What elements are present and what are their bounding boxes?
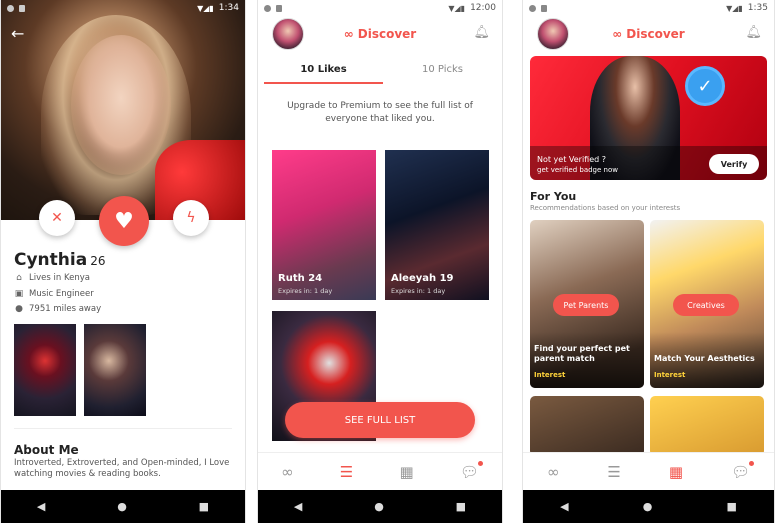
recommendation-title: Match Your Aesthetics [654,354,755,363]
list-icon[interactable]: ☰ [340,463,353,481]
home-icon: ⌂ [16,273,22,283]
verify-button[interactable]: Verify [709,154,759,174]
boost-button[interactable]: ϟ [173,200,209,236]
link-icon: ∞ [612,27,623,41]
status-time: 1:35 [747,3,768,13]
recommendation-card[interactable] [530,396,644,456]
system-nav-bar: ◀ ● ■ [258,490,502,523]
banner-subtitle: get verified badge now [537,166,618,174]
distance-text: 7951 miles away [29,304,102,314]
recommendation-card[interactable] [650,396,764,456]
profile-photo [1,0,245,220]
like-card-name: Aleeyah 19 [391,273,454,284]
briefcase-icon: ▣ [14,289,24,299]
link-icon[interactable]: ∞ [281,463,294,481]
nav-back-icon[interactable]: ◀ [37,500,45,513]
tab-picks[interactable]: 10 Picks [383,56,502,84]
discover-screen: ▼◢▮ 1:35 ∞ Discover 🔔︎ ✓ Not yet Verified … [522,0,775,523]
profile-screen: ▼◢▮ 1:34 ← ✕ ♥ ϟ Cynthia 26 ⌂ Lives in Keny… [0,0,246,523]
for-you-subtitle: Recommendations based on your interests [530,204,681,212]
link-icon[interactable]: ∞ [547,463,560,481]
job-row: ▣ Music Engineer [14,289,94,299]
grid-search-icon[interactable]: ▦ [669,463,683,481]
bottom-nav: ∞ ☰ ▦ 💬︎ [258,452,502,490]
nav-recents-icon[interactable]: ■ [727,500,737,513]
list-icon[interactable]: ☰ [607,463,620,481]
profile-name: Cynthia 26 [14,250,106,270]
likes-tabs: 10 Likes 10 Picks [264,56,502,84]
bell-icon[interactable]: 🔔︎ [473,25,490,40]
recommendation-title: Find your perfect pet parent match [534,344,630,363]
interest-tag: Interest [654,371,686,379]
status-bar: ▼◢▮ 1:35 [523,0,774,16]
verified-badge-icon: ✓ [685,66,725,106]
nav-recents-icon[interactable]: ■ [456,500,466,513]
tab-likes[interactable]: 10 Likes [264,56,383,84]
like-card[interactable]: Aleeyah 19 Expires in: 1 day [385,150,489,300]
brand-title: ∞ Discover [612,27,685,41]
like-card[interactable]: Ruth 24 Expires in: 1 day [272,150,376,300]
app-header: ∞ Discover 🔔︎ [523,16,774,52]
location-row: ⌂ Lives in Kenya [14,273,90,283]
back-arrow-icon[interactable]: ← [11,24,24,43]
upgrade-text: Upgrade to Premium to see the full list … [287,101,473,124]
profile-age: 26 [90,254,106,268]
like-button[interactable]: ♥ [99,196,149,246]
like-card-name: Ruth 24 [278,273,323,284]
about-text: Introverted, Extroverted, and Open-minde… [14,458,230,479]
link-icon: ∞ [343,27,354,41]
divider [14,428,232,429]
nav-home-icon[interactable]: ● [117,500,127,513]
nav-home-icon[interactable]: ● [643,500,653,513]
location-text: Lives in Kenya [29,273,90,283]
nav-home-icon[interactable]: ● [374,500,384,513]
nav-back-icon[interactable]: ◀ [560,500,568,513]
banner-title: Not yet Verified ? [537,155,607,164]
avatar[interactable] [537,18,569,50]
status-time: 1:34 [218,3,239,13]
category-pill[interactable]: Pet Parents [553,294,619,316]
gallery-photo[interactable] [14,324,76,416]
bell-icon[interactable]: 🔔︎ [745,25,762,40]
system-nav-bar: ◀ ● ■ [1,490,245,523]
chat-icon[interactable]: 💬︎ [460,460,483,481]
close-icon: ✕ [51,210,63,226]
job-text: Music Engineer [29,289,94,299]
brand-title: ∞ Discover [343,27,417,41]
category-pill[interactable]: Creatives [673,294,739,316]
status-bar: ▼◢▮ 1:34 [1,0,245,16]
pin-icon: ● [15,304,23,314]
verify-banner[interactable]: ✓ Not yet Verified ? get verified badge … [530,56,767,180]
interest-tag: Interest [534,371,566,379]
recommendation-card[interactable]: Creatives Match Your Aesthetics Interest [650,220,764,388]
see-full-list-button[interactable]: SEE FULL LIST [285,402,475,438]
bottom-nav: ∞ ☰ ▦ 💬︎ [523,452,774,490]
app-header: ∞ Discover 🔔︎ [258,16,502,52]
nav-recents-icon[interactable]: ■ [199,500,209,513]
grid-search-icon[interactable]: ▦ [399,463,413,481]
for-you-title: For You [530,190,577,203]
like-card-expires: Expires in: 1 day [391,287,446,295]
chat-icon[interactable]: 💬︎ [731,460,755,481]
status-bar: ▼◢▮ 12:00 [258,0,502,16]
distance-row: ● 7951 miles away [14,304,101,314]
heart-icon: ♥ [114,208,134,234]
likes-screen: ▼◢▮ 12:00 ∞ Discover 🔔︎ 10 Likes 10 Picks … [257,0,503,523]
like-card-expires: Expires in: 1 day [278,287,333,295]
avatar[interactable] [272,18,304,50]
nav-back-icon[interactable]: ◀ [294,500,302,513]
status-time: 12:00 [470,3,496,13]
photo-gallery [14,324,146,416]
dislike-button[interactable]: ✕ [39,200,75,236]
gallery-photo[interactable] [84,324,146,416]
recommendation-card[interactable]: Pet Parents Find your perfect pet parent… [530,220,644,388]
bolt-icon: ϟ [186,210,196,226]
about-title: About Me [14,443,79,457]
system-nav-bar: ◀ ● ■ [523,490,774,523]
